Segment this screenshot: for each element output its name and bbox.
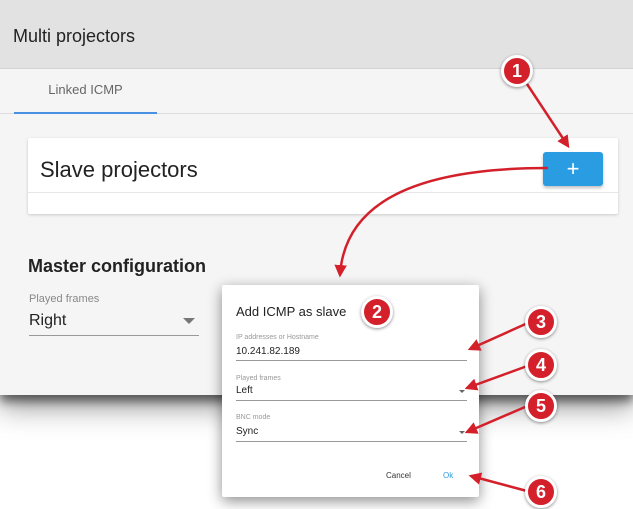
callout-3: 3 <box>525 306 557 338</box>
callout-1: 1 <box>501 55 533 87</box>
callout-6: 6 <box>525 476 557 508</box>
callout-4: 4 <box>525 349 557 381</box>
callout-arrows <box>334 83 570 493</box>
callout-2: 2 <box>361 296 393 328</box>
arrow-1 <box>525 83 570 149</box>
arrow-2 <box>334 166 549 278</box>
arrow-3 <box>467 320 531 351</box>
callout-5: 5 <box>525 390 557 422</box>
arrow-5 <box>464 405 526 434</box>
arrow-4 <box>464 363 531 391</box>
arrow-6 <box>468 472 528 493</box>
